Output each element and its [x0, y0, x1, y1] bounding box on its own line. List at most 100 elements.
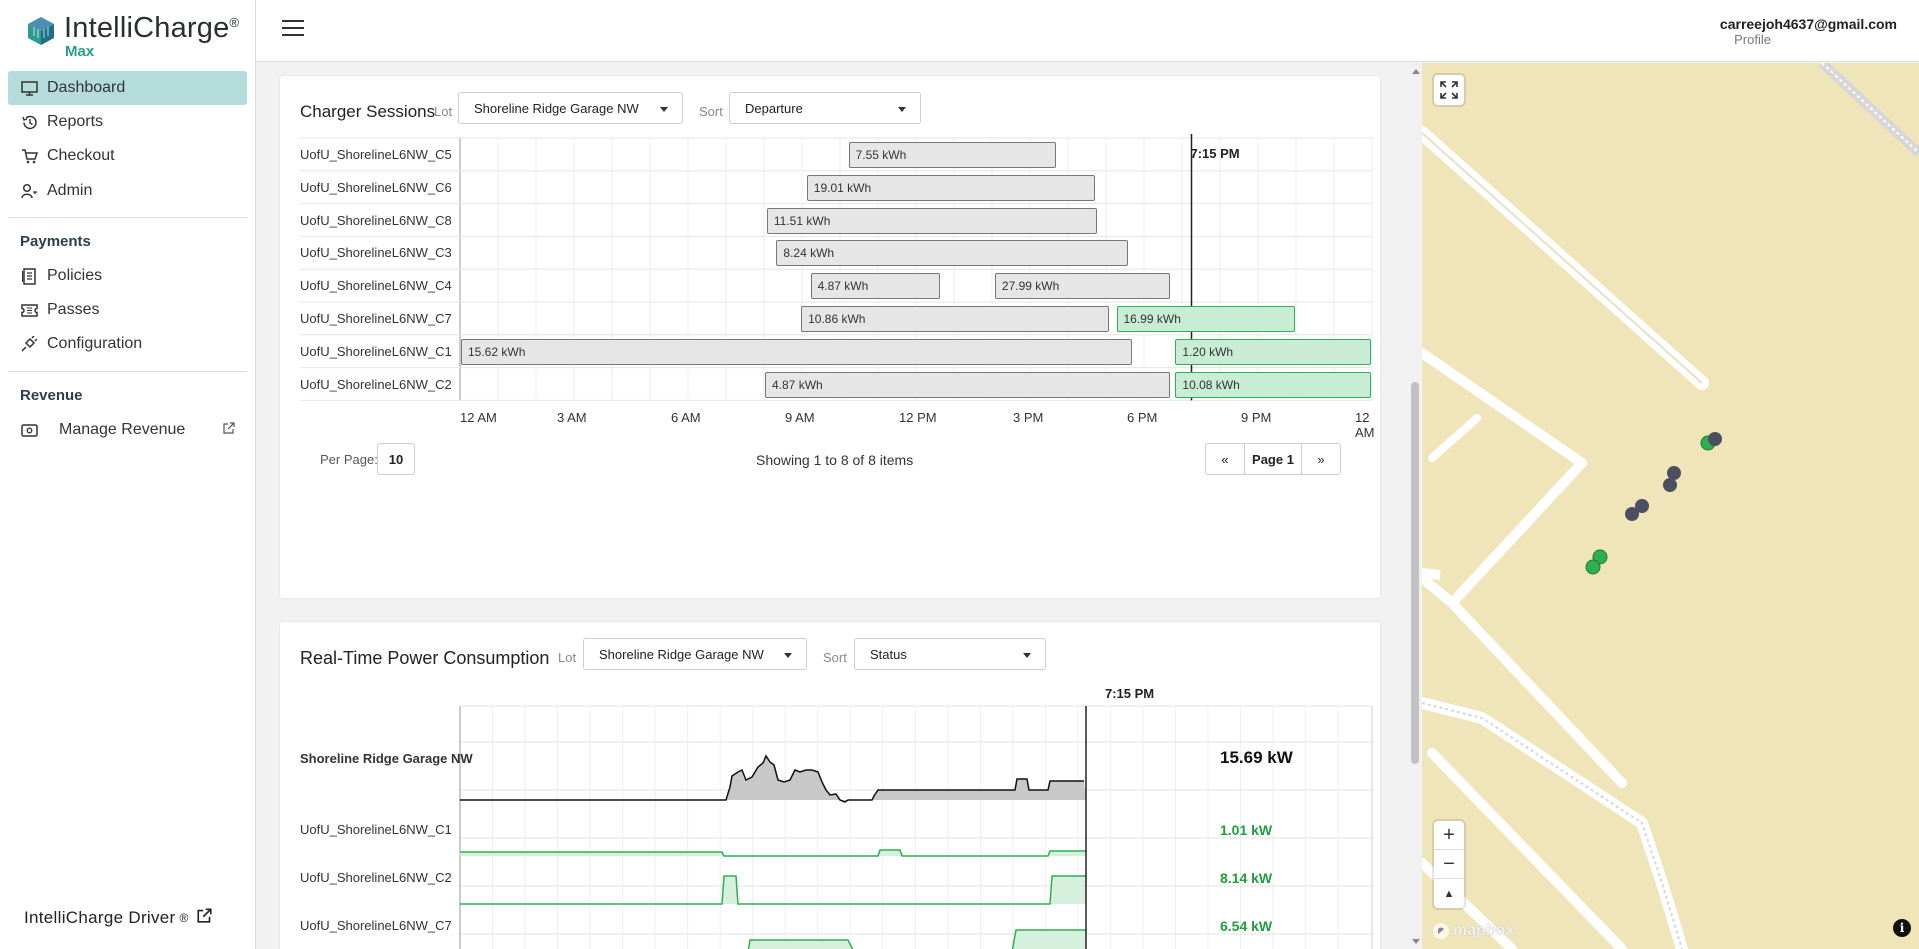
driver-link-label: IntelliCharge Driver — [24, 908, 176, 927]
external-link-icon — [197, 908, 212, 928]
monitor-icon — [20, 79, 38, 97]
power-row-value: 8.14 kW — [1220, 870, 1273, 886]
session-bar-active[interactable]: 10.08 kWh — [1175, 371, 1371, 398]
current-page: Page 1 — [1244, 443, 1302, 475]
user-key-icon — [20, 182, 38, 200]
sidebar-item-label: Checkout — [47, 147, 115, 164]
time-tick-label: 3 PM — [1013, 410, 1044, 426]
session-bar[interactable]: 8.24 kWh — [776, 240, 1128, 267]
per-page-label: Per Page: — [320, 452, 378, 467]
driver-link-reg: ® — [179, 911, 189, 925]
session-bar[interactable]: 4.87 kWh — [765, 371, 1170, 398]
time-tick-label: 9 AM — [785, 410, 815, 426]
sidebar-item-policies[interactable]: Policies — [8, 259, 247, 293]
c2-power-area — [460, 876, 1086, 904]
current-time-label: 7:15 PM — [1190, 146, 1240, 161]
session-bar-active[interactable]: 16.99 kWh — [1116, 306, 1295, 332]
charger-marker-in-use — [1625, 507, 1639, 521]
scroll-down-icon[interactable] — [1412, 939, 1420, 944]
sidebar-item-manage-revenue[interactable]: Manage Revenue — [8, 413, 247, 447]
mapbox-logo[interactable]: mapbox — [1432, 922, 1514, 940]
charger-marker-in-use — [1667, 466, 1681, 480]
hamburger-icon — [282, 20, 304, 22]
sidebar-section-payments: Payments — [20, 233, 91, 250]
driver-app-link[interactable]: IntelliCharge Driver ® — [24, 908, 212, 928]
power-consumption-card: Real-Time Power Consumption Lot Shorelin… — [280, 622, 1380, 949]
power-row-label: UofU_ShorelineL6NW_C7 — [300, 918, 452, 933]
hamburger-icon — [282, 34, 304, 36]
profile-link[interactable]: Profile — [1734, 32, 1771, 47]
compass-button[interactable]: ▲ — [1434, 879, 1464, 908]
sidebar-item-passes[interactable]: Passes — [8, 293, 247, 327]
prev-page-button[interactable]: « — [1205, 443, 1245, 475]
time-tick-label: 12 PM — [899, 410, 937, 426]
menu-toggle-button[interactable] — [282, 20, 304, 38]
sidebar-item-admin[interactable]: Admin — [8, 174, 247, 208]
sidebar-item-dashboard[interactable]: Dashboard — [8, 71, 247, 105]
sidebar-item-checkout[interactable]: Checkout — [8, 139, 247, 173]
time-tick-label: 9 PM — [1241, 410, 1272, 426]
next-page-button[interactable]: » — [1301, 443, 1341, 475]
top-header: carreejoh4637@gmail.com Profile — [256, 0, 1919, 62]
charger-marker-in-use — [1708, 432, 1722, 446]
scroll-up-icon[interactable] — [1412, 69, 1420, 74]
zoom-in-button[interactable]: + — [1434, 821, 1464, 850]
session-bar[interactable]: 11.51 kWh — [766, 207, 1098, 234]
power-chart — [459, 705, 1373, 949]
sidebar-item-label: Passes — [47, 301, 100, 318]
session-bar[interactable]: 15.62 kWh — [461, 338, 1132, 365]
sidebar-item-label: Policies — [47, 267, 103, 284]
power-row-value: 6.54 kW — [1220, 918, 1273, 934]
cart-icon — [20, 147, 38, 165]
session-bar-active[interactable]: 1.20 kWh — [1175, 338, 1371, 365]
sidebar: IntelliCharge® Max Dashboard Reports Che… — [0, 0, 256, 949]
time-tick-label: 12 AM — [460, 410, 497, 426]
history-icon — [20, 113, 38, 131]
time-tick-label: 12 AM — [1355, 410, 1375, 441]
session-bar[interactable]: 7.55 kWh — [848, 142, 1056, 168]
hamburger-icon — [282, 27, 304, 29]
sidebar-divider — [8, 371, 247, 372]
plug-icon — [20, 335, 38, 353]
zoom-controls: + − ▲ — [1434, 821, 1464, 908]
charger-marker-in-use — [1663, 478, 1677, 492]
power-row-label: UofU_ShorelineL6NW_C1 — [300, 822, 452, 837]
sidebar-section-revenue: Revenue — [20, 387, 83, 404]
session-bar[interactable]: 10.86 kWh — [801, 306, 1109, 332]
map-view[interactable]: + − ▲ mapbox i — [1422, 63, 1919, 949]
content-scrollbar[interactable] — [1409, 63, 1422, 949]
sidebar-item-label: Reports — [47, 113, 104, 130]
time-tick-label: 6 AM — [671, 410, 701, 426]
main-content: Charger Sessions Lot Shoreline Ridge Gar… — [256, 63, 1409, 949]
session-bar[interactable]: 19.01 kWh — [806, 174, 1096, 201]
per-page-select[interactable]: 10 — [377, 443, 415, 475]
power-row-label: Shoreline Ridge Garage NW — [300, 751, 473, 766]
external-link-icon — [223, 421, 235, 439]
document-icon — [20, 267, 38, 285]
total-power-area — [460, 756, 1086, 802]
brand-logo[interactable]: IntelliCharge® Max — [26, 14, 239, 59]
brand-name: IntelliCharge — [64, 12, 230, 44]
power-row-value: 1.01 kW — [1220, 822, 1273, 838]
sidebar-divider — [8, 217, 247, 218]
sidebar-item-configuration[interactable]: Configuration — [8, 327, 247, 361]
power-row-value: 15.69 kW — [1220, 748, 1293, 767]
mapbox-icon — [1433, 923, 1449, 939]
scrollbar-thumb[interactable] — [1411, 382, 1419, 764]
session-bar[interactable]: 27.99 kWh — [994, 273, 1170, 300]
brand-reg: ® — [229, 15, 240, 30]
session-bar[interactable]: 4.87 kWh — [810, 273, 940, 300]
zoom-out-button[interactable]: − — [1434, 850, 1464, 879]
sidebar-item-reports[interactable]: Reports — [8, 105, 247, 139]
sidebar-item-label: Dashboard — [47, 79, 126, 96]
fullscreen-button[interactable] — [1434, 75, 1464, 105]
ticket-icon — [20, 301, 38, 319]
user-email[interactable]: carreejoh4637@gmail.com — [1720, 16, 1897, 32]
cube-logo-icon — [28, 17, 54, 45]
showing-count: Showing 1 to 8 of 8 items — [756, 452, 914, 468]
mapbox-label: mapbox — [1453, 922, 1515, 939]
power-row-label: UofU_ShorelineL6NW_C2 — [300, 870, 452, 885]
brand-sub: Max — [65, 43, 95, 60]
sidebar-item-label: Admin — [47, 182, 93, 199]
map-info-button[interactable]: i — [1893, 919, 1911, 937]
